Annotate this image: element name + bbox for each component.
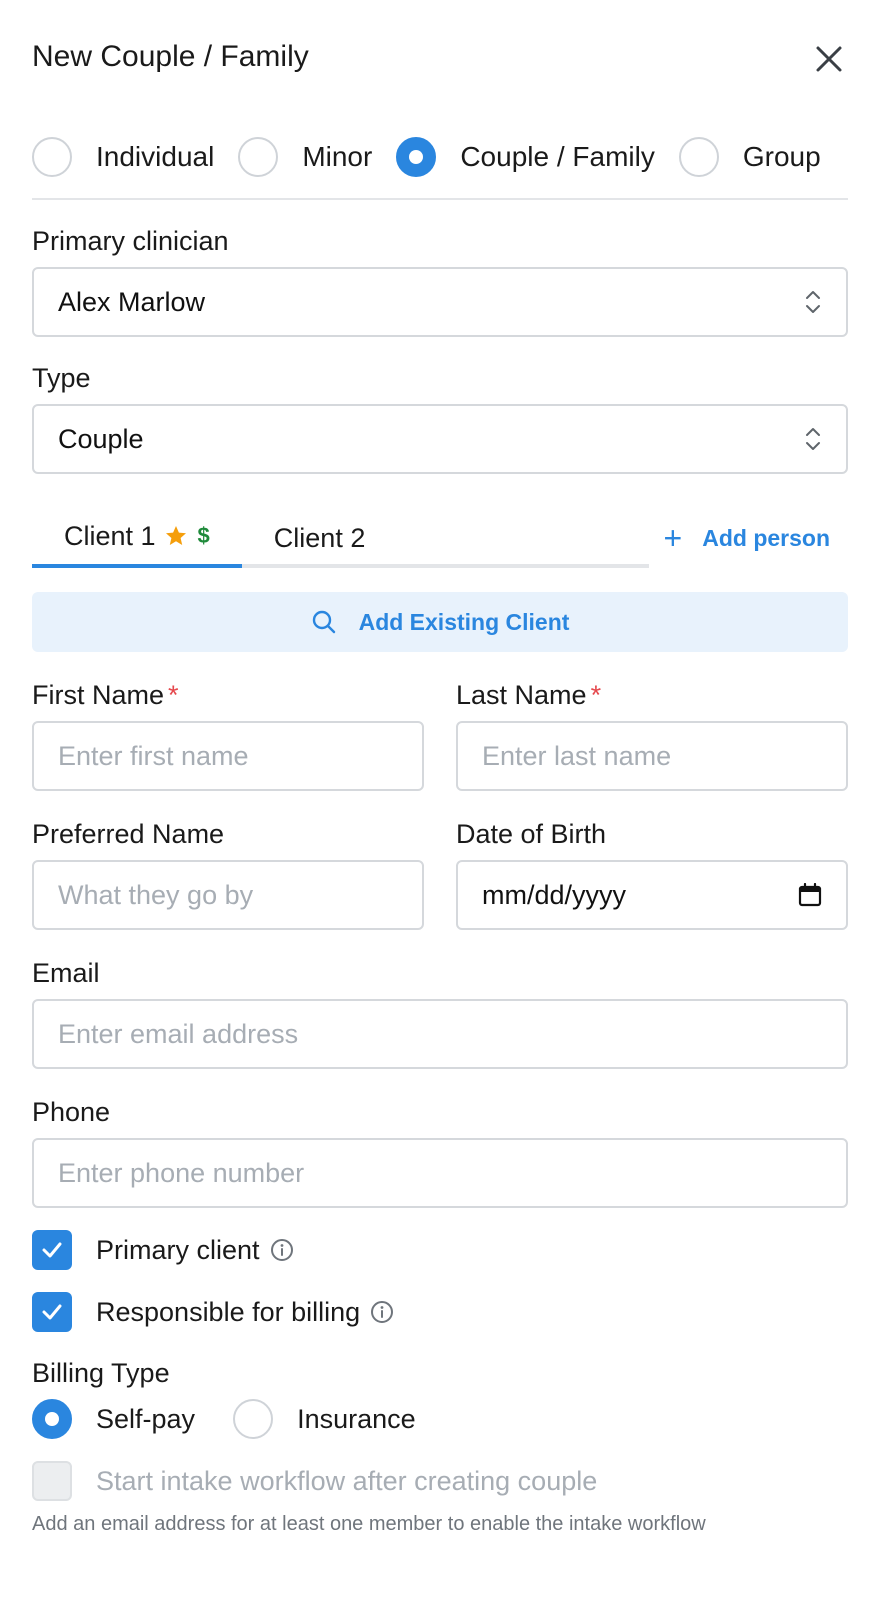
billing-option-insurance[interactable]: Insurance: [233, 1399, 416, 1439]
last-name-field: Last Name *: [456, 680, 848, 791]
primary-clinician-label: Primary clinician: [32, 226, 229, 256]
add-person-button[interactable]: + Add person: [664, 508, 848, 568]
radio-couple-family[interactable]: [396, 137, 437, 177]
intake-workflow-checkbox-row[interactable]: Start intake workflow after creating cou…: [32, 1461, 848, 1501]
info-icon[interactable]: [270, 1238, 294, 1262]
new-couple-family-dialog: New Couple / Family Individual Minor Cou…: [0, 0, 880, 1620]
billing-type-field: Billing Type Self-pay Insurance: [32, 1358, 848, 1439]
phone-field: Phone: [32, 1097, 848, 1208]
dob-field: Date of Birth mm/dd/yyyy: [456, 819, 848, 930]
kind-option-couple-family[interactable]: Couple / Family: [396, 137, 655, 177]
radio-insurance[interactable]: [233, 1399, 274, 1439]
type-select[interactable]: Couple: [32, 404, 848, 474]
last-name-label-text: Last Name: [456, 680, 587, 710]
kind-label: Individual: [96, 141, 215, 172]
primary-clinician-select[interactable]: Alex Marlow: [32, 267, 848, 337]
type-value: Couple: [58, 423, 144, 454]
check-icon: [42, 1242, 62, 1258]
first-name-field: First Name *: [32, 680, 424, 791]
kind-option-individual[interactable]: Individual: [32, 137, 214, 177]
dialog-title: New Couple / Family: [32, 40, 309, 73]
add-existing-label: Add Existing Client: [358, 608, 570, 635]
required-mark: *: [168, 680, 179, 710]
intake-workflow-label: Start intake workflow after creating cou…: [96, 1465, 598, 1496]
name-row: First Name* Last Name*: [32, 680, 848, 791]
primary-clinician-value: Alex Marlow: [58, 286, 206, 317]
billing-dollar-badge: $: [197, 523, 210, 548]
type-field: Type Couple: [32, 363, 848, 474]
dialog-header: New Couple / Family: [32, 0, 848, 120]
radio-group[interactable]: [678, 137, 719, 177]
chevron-updown-icon: [806, 291, 820, 313]
responsible-billing-label: Responsible for billing: [96, 1296, 361, 1327]
responsible-billing-checkbox-row[interactable]: Responsible for billing: [32, 1292, 848, 1332]
last-name-label: Last Name *: [456, 680, 848, 711]
dob-value: mm/dd/yyyy: [482, 879, 627, 910]
responsible-billing-checkbox[interactable]: [32, 1292, 72, 1332]
last-name-input[interactable]: [456, 721, 848, 791]
kind-label: Couple / Family: [460, 141, 655, 172]
primary-clinician-field: Primary clinician Alex Marlow: [32, 226, 848, 337]
first-name-input[interactable]: [32, 721, 424, 791]
kind-option-minor[interactable]: Minor: [238, 137, 372, 177]
first-name-label: First Name *: [32, 680, 424, 711]
primary-client-checkbox[interactable]: [32, 1230, 72, 1270]
phone-label: Phone: [32, 1097, 111, 1127]
search-icon: [311, 609, 337, 635]
dob-label: Date of Birth: [456, 819, 607, 849]
intake-workflow-checkbox[interactable]: [32, 1461, 72, 1501]
calendar-icon[interactable]: [798, 883, 822, 907]
check-icon: [42, 1304, 62, 1320]
add-person-label: Add person: [702, 524, 830, 551]
kind-option-group[interactable]: Group: [678, 137, 821, 177]
tab-client-1[interactable]: Client 1 $: [32, 508, 242, 568]
close-icon: [816, 46, 842, 72]
intake-help-text: Add an email address for at least one me…: [32, 1513, 706, 1535]
first-name-label-text: First Name: [32, 680, 165, 710]
tab-label: Client 2: [273, 522, 366, 553]
info-icon[interactable]: [370, 1300, 394, 1324]
billing-type-radio-group: Self-pay Insurance: [32, 1399, 848, 1439]
email-label: Email: [32, 958, 100, 988]
billing-option-label: Insurance: [297, 1403, 416, 1434]
preferred-dob-row: Preferred Name Date of Birth mm/dd/yyyy: [32, 819, 848, 930]
close-button[interactable]: [812, 42, 846, 76]
preferred-name-input[interactable]: [32, 860, 424, 930]
plus-icon: +: [663, 520, 683, 556]
chevron-updown-icon: [806, 428, 820, 450]
required-mark: *: [590, 680, 602, 710]
dob-input[interactable]: mm/dd/yyyy: [456, 860, 848, 930]
preferred-name-field: Preferred Name: [32, 819, 424, 930]
primary-client-label: Primary client: [96, 1234, 260, 1265]
billing-type-label: Billing Type: [32, 1358, 170, 1388]
tab-label: Client 1: [64, 520, 156, 551]
radio-self-pay[interactable]: [32, 1399, 72, 1439]
client-tabs: Client 1 $ Client 2: [32, 508, 649, 568]
client-tabs-row: Client 1 $ Client 2 + Add person: [32, 508, 848, 568]
email-field: Email: [32, 958, 848, 1069]
preferred-name-label: Preferred Name: [32, 819, 225, 849]
radio-individual[interactable]: [32, 137, 72, 177]
star-icon: [164, 524, 188, 548]
tab-client-2[interactable]: Client 2: [242, 508, 398, 568]
kind-label: Minor: [302, 141, 373, 172]
client-kind-radio-group: Individual Minor Couple / Family Group: [32, 120, 848, 200]
email-input[interactable]: [32, 999, 848, 1069]
billing-option-label: Self-pay: [96, 1403, 196, 1434]
billing-option-self-pay[interactable]: Self-pay: [32, 1399, 195, 1439]
radio-minor[interactable]: [238, 137, 279, 177]
add-existing-client-button[interactable]: Add Existing Client: [32, 592, 848, 652]
type-label: Type: [32, 363, 91, 393]
kind-label: Group: [742, 141, 821, 172]
phone-input[interactable]: [32, 1138, 848, 1208]
primary-client-checkbox-row[interactable]: Primary client: [32, 1230, 848, 1270]
